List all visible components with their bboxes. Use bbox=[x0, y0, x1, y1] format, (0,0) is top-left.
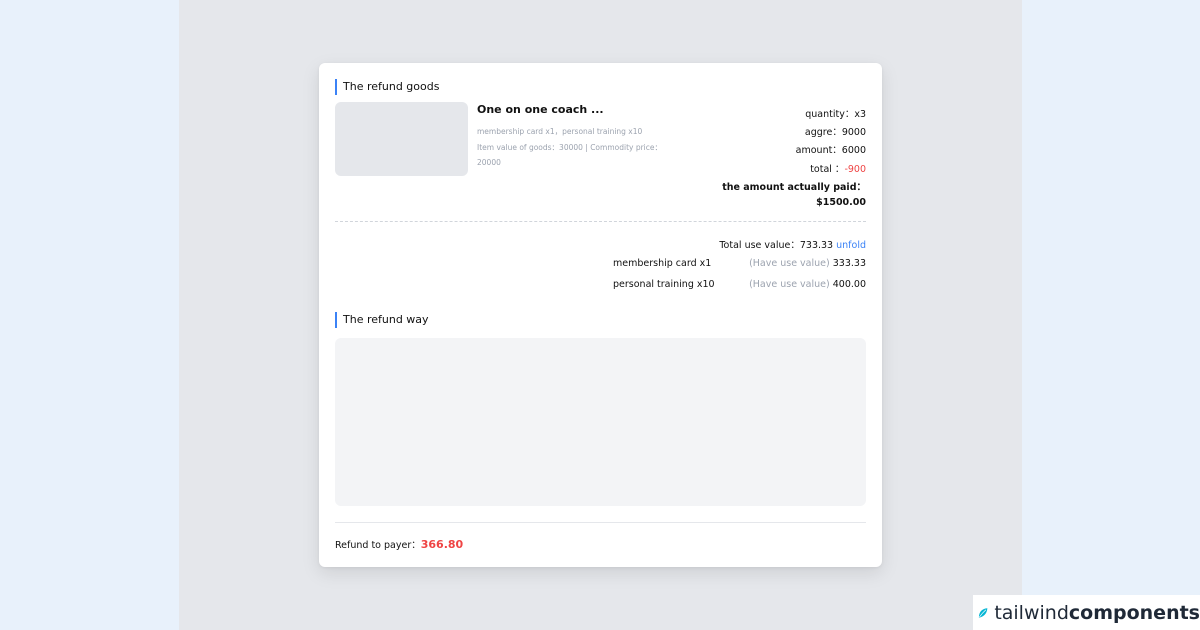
product-items: membership card x1，personal training x10 bbox=[477, 127, 643, 136]
refund-card: The refund goods One on one coach ... me… bbox=[319, 63, 882, 567]
usage-hint: (Have use value) bbox=[749, 258, 830, 269]
usage-item-value-row: (Have use value) 333.33 bbox=[749, 258, 866, 269]
paid-value: $1500.00 bbox=[816, 197, 866, 208]
brand-name-light: tailwind bbox=[994, 601, 1069, 624]
product-price: 20000 bbox=[477, 158, 501, 167]
aggre-value: aggre：9000 bbox=[804, 127, 866, 138]
brand-name-bold: components bbox=[1068, 601, 1200, 624]
dashed-divider bbox=[335, 221, 866, 222]
product-value: Item value of goods：30000 | Commodity pr… bbox=[477, 143, 662, 152]
product-name[interactable]: One on one coach ... bbox=[477, 103, 604, 116]
goods-section-title: The refund goods bbox=[335, 79, 439, 95]
product-image-placeholder bbox=[335, 102, 468, 176]
unfold-link[interactable]: unfold bbox=[836, 240, 866, 251]
total-label: total ： bbox=[810, 164, 845, 175]
total-use-label: Total use value：733.33 bbox=[719, 240, 834, 251]
refund-amount: 366.80 bbox=[420, 538, 464, 551]
refund-label: Refund to payer： bbox=[335, 540, 421, 551]
usage-item-name: membership card x1 bbox=[613, 258, 712, 269]
brand-watermark: tailwind components bbox=[973, 595, 1200, 630]
leaf-logo-icon bbox=[978, 607, 988, 618]
footer-divider bbox=[335, 522, 866, 523]
refund-way-panel[interactable] bbox=[335, 338, 866, 506]
total-value: -900 bbox=[844, 164, 866, 175]
usage-value: 333.33 bbox=[832, 258, 866, 269]
usage-item-name: personal training x10 bbox=[613, 279, 715, 290]
usage-item-value-row: (Have use value) 400.00 bbox=[749, 279, 866, 290]
total-row: total ：-900 bbox=[810, 161, 866, 175]
amount-value: amount：6000 bbox=[795, 145, 866, 156]
refund-row: Refund to payer：366.80 bbox=[335, 537, 463, 551]
total-use-row: Total use value：733.33 unfold bbox=[719, 237, 866, 251]
paid-label: the amount actually paid： bbox=[722, 182, 866, 193]
usage-hint: (Have use value) bbox=[749, 279, 830, 290]
usage-value: 400.00 bbox=[832, 279, 866, 290]
way-section-title: The refund way bbox=[335, 312, 429, 328]
quantity-value: quantity：x3 bbox=[805, 109, 866, 120]
